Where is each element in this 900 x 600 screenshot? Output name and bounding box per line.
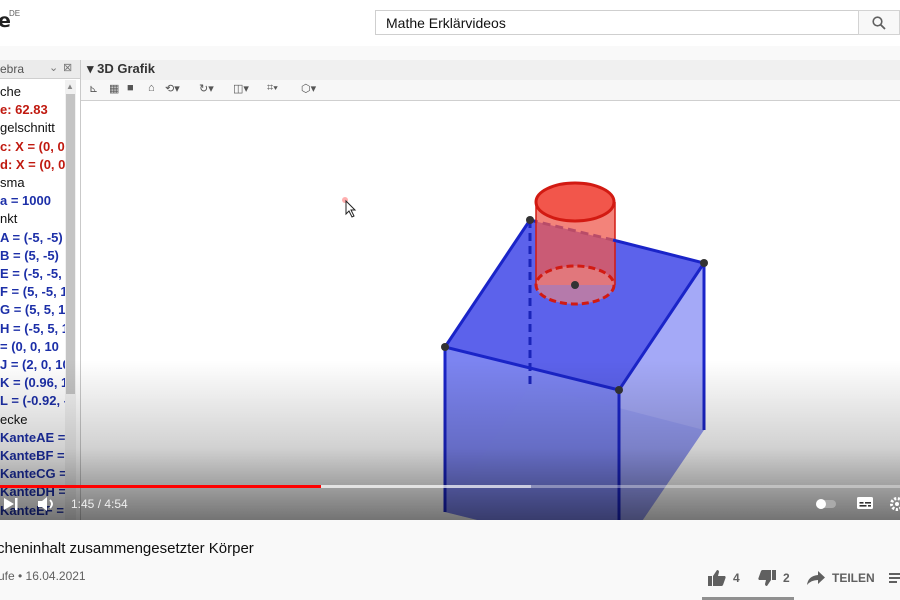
dislike-count: 2 [783,571,790,585]
view-direction-icon[interactable]: ◫▾ [233,82,249,95]
cube-vertex[interactable] [700,259,708,267]
share-label: TEILEN [832,571,875,585]
scroll-up-icon: ▲ [66,82,74,91]
collapse-icon: ⌄ [49,62,59,74]
projection-icon[interactable]: ⌗▾ [267,82,278,95]
algebra-object[interactable]: L = (-0.92, - [0,393,68,409]
graphics-toolbar: ⊾ ▦ ■ ⌂ ⟲▾ ↻▾ ◫▾ ⌗▾ ⬡▾ [81,80,900,101]
like-button[interactable]: 4 [707,568,740,588]
algebra-object[interactable]: J = (2, 0, 10 [0,357,70,373]
axes-toggle-icon[interactable]: ⊾ [89,82,98,95]
search-input[interactable] [376,11,858,34]
cylinder-center-point[interactable] [571,281,579,289]
share-icon [807,571,825,585]
like-count: 4 [733,571,740,585]
playlist-add-icon [889,573,900,583]
search-box[interactable] [375,10,858,35]
search-button[interactable] [858,10,900,35]
3d-scene[interactable] [81,100,900,520]
algebra-object[interactable]: e: 62.83 [0,102,48,118]
animate-rotation-icon[interactable]: ↻▾ [199,82,214,95]
subtitles-icon[interactable] [856,496,874,510]
algebra-object[interactable]: KanteCG = [0,466,67,482]
algebra-object[interactable]: KanteAE = [0,430,65,446]
algebra-object[interactable]: B = (5, -5) [0,248,59,264]
progress-bar[interactable] [0,485,900,488]
algebra-category[interactable]: nkt [0,211,17,227]
top-bar: e DE [0,0,900,46]
scrollbar-thumb[interactable] [66,94,75,394]
graphics-view-header: ▾ 3D Grafik [81,60,900,81]
cylinder-top [534,181,616,223]
algebra-object[interactable]: KanteBF = [0,448,65,464]
close-view-icon: ⊠ [63,62,73,74]
autoplay-toggle-icon[interactable] [815,498,839,510]
save-to-playlist-button[interactable] [888,568,900,588]
cube-view-icon[interactable]: ⬡▾ [301,82,316,95]
search-icon [872,15,886,30]
home-icon[interactable]: ⌂ [148,82,155,94]
algebra-object[interactable]: d: X = (0, 0 [0,157,65,173]
next-video-icon[interactable] [2,496,20,512]
mouse-pointer-icon [342,197,357,218]
cube-vertex[interactable] [615,386,623,394]
thumbs-down-icon [758,570,776,586]
algebra-object[interactable]: H = (-5, 5, 1 [0,321,69,337]
graphics-view-title: ▾ 3D Grafik [87,61,155,76]
dislike-button[interactable]: 2 [757,568,790,588]
share-button[interactable]: TEILEN [806,568,875,588]
rotate-view-icon[interactable]: ⟲▾ [165,82,180,95]
graphics-3d-view: ▾ 3D Grafik ⊾ ▦ ■ ⌂ ⟲▾ ↻▾ ◫▾ ⌗▾ ⬡▾ [81,60,900,520]
algebra-object[interactable]: G = (5, 5, 1 [0,302,65,318]
algebra-scrollbar[interactable]: ▲ [65,80,76,520]
plane-toggle-icon[interactable]: ■ [127,82,134,94]
logo-region-code: DE [9,9,21,18]
cube-vertex[interactable] [526,216,534,224]
grid-toggle-icon[interactable]: ▦ [109,82,119,95]
progress-played [0,485,322,488]
time-display: 1:45 / 4:54 [71,497,128,511]
settings-gear-icon[interactable] [889,496,900,512]
thumbs-up-icon [708,570,726,586]
graphics-view-title-text: 3D Grafik [97,61,155,76]
algebra-category[interactable]: sma [0,175,25,191]
video-player[interactable]: ebra ⌄ ⊠ che e: 62.83 gelschnitt c: X = (0,… [0,60,900,520]
video-title: cheninhalt zusammengesetzter Körper [0,540,254,557]
algebra-object[interactable]: E = (-5, -5, [0,266,62,282]
algebra-view: ebra ⌄ ⊠ che e: 62.83 gelschnitt c: X = (0,… [0,60,81,520]
algebra-category[interactable]: che [0,84,21,100]
algebra-object[interactable]: a = 1000 [0,193,51,209]
cube-vertex[interactable] [441,343,449,351]
video-meta: ufe • 16.04.2021 [0,569,86,583]
algebra-category[interactable]: ecke [0,412,27,428]
algebra-object[interactable]: A = (-5, -5) [0,230,63,246]
algebra-object[interactable]: = (0, 0, 10 [0,339,59,355]
algebra-view-header: ebra ⌄ ⊠ [0,60,80,79]
algebra-object[interactable]: K = (0.96, 1 [0,375,68,391]
algebra-view-title: ebra [0,62,25,76]
algebra-object[interactable]: F = (5, -5, 1 [0,284,68,300]
algebra-category[interactable]: gelschnitt [0,120,55,136]
algebra-object[interactable]: c: X = (0, 0 [0,139,65,155]
volume-icon[interactable] [36,496,60,512]
